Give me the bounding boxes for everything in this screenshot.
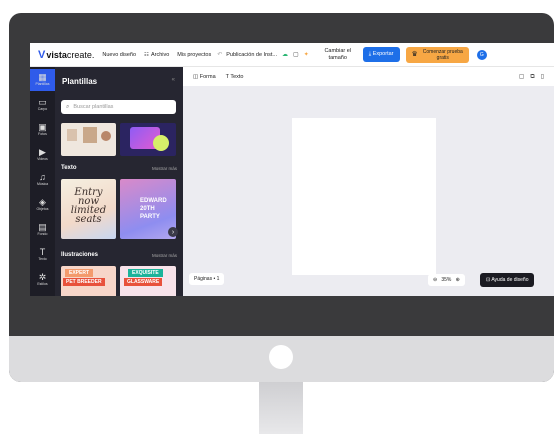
text-tool[interactable]: T Texto	[226, 74, 244, 80]
card-graphic	[153, 135, 169, 151]
text-icon: T	[39, 247, 46, 257]
rail-item-photos[interactable]: ▣ Fotos	[30, 122, 55, 137]
shape-tool[interactable]: ◫ Forma	[193, 74, 216, 80]
new-design-menu[interactable]: Nuevo diseño	[102, 52, 136, 58]
photo-icon: ▣	[38, 122, 47, 132]
design-help-button[interactable]: ⊡ Ayuda de diseño	[480, 273, 535, 287]
document-name[interactable]: Publicación de Inst...	[226, 52, 277, 58]
vistacreate-logo[interactable]: V vista create.	[38, 49, 94, 61]
my-projects-menu[interactable]: Mis proyectos	[177, 52, 211, 58]
card-graphic	[67, 129, 77, 141]
card-graphic	[83, 127, 97, 143]
template-card-entry[interactable]: Entry now limited seats	[61, 179, 116, 239]
rail-item-templates[interactable]: ▦ Plantillas	[30, 69, 55, 91]
zoom-in-icon[interactable]: ⊕	[456, 277, 460, 283]
folder-icon: ▭	[38, 97, 47, 107]
chevron-right-icon[interactable]: ›	[168, 227, 178, 237]
monitor-logo	[269, 345, 293, 369]
rail-item-folder[interactable]: ▭ Carpo	[30, 97, 55, 112]
template-card-pet-breeder[interactable]: EXPERT PET BREEDER	[61, 266, 116, 296]
rail-item-music[interactable]: ♫ Música	[30, 172, 55, 187]
resize-button[interactable]: Cambiar el tamaño	[319, 48, 357, 62]
shapes-icon: ◈	[39, 197, 46, 207]
menu-grid-icon: ☷	[144, 51, 149, 58]
rail-item-styles[interactable]: ✲ Estilos	[30, 272, 55, 287]
icon-rail: ▦ Plantillas ▭ Carpo ▣ Fotos ▶ Videos ♫ …	[30, 67, 55, 296]
lightbulb-icon[interactable]: ✦	[304, 51, 309, 58]
template-card[interactable]	[120, 123, 176, 156]
search-input[interactable]: ⌕ Buscar plantillas	[61, 100, 176, 114]
video-icon: ▶	[39, 147, 46, 157]
monitor-stand	[259, 382, 303, 434]
section-title-illustrations: Ilustraciones	[61, 252, 99, 258]
zoom-value: 35%	[441, 277, 452, 283]
rail-item-objects[interactable]: ◈ Objetos	[30, 197, 55, 212]
show-more-text-link[interactable]: Mostrar más	[152, 166, 177, 171]
comment-icon[interactable]: ▢	[293, 51, 299, 58]
workspace: ◫ Forma T Texto ▢⧉▯ Páginas • 1 ⊖ 35% ⊕ …	[183, 67, 554, 296]
zoom-control: ⊖ 35% ⊕	[428, 274, 465, 286]
comment-icon[interactable]: ▢	[519, 74, 531, 80]
design-page[interactable]	[292, 118, 436, 275]
music-icon: ♫	[39, 172, 46, 182]
workspace-toolbar: ◫ Forma T Texto ▢⧉▯	[183, 67, 554, 86]
styles-icon: ✲	[38, 272, 47, 282]
card-graphic	[101, 131, 111, 141]
start-trial-button[interactable]: ♛ Comenzar prueba gratis	[405, 46, 469, 63]
top-bar: V vista create. Nuevo diseño ☷ Archivo Mis…	[30, 43, 554, 67]
shape-icon: ◫	[193, 73, 200, 80]
template-card[interactable]	[61, 123, 116, 156]
background-icon: ▤	[38, 222, 47, 232]
duplicate-icon[interactable]: ⧉	[530, 74, 540, 80]
rail-item-text[interactable]: T Texto	[30, 247, 55, 262]
section-title-text: Texto	[61, 165, 77, 171]
delete-icon[interactable]: ▯	[541, 74, 550, 80]
file-menu[interactable]: ☷ Archivo	[144, 52, 169, 58]
crown-icon: ♛	[411, 50, 418, 58]
search-icon: ⌕	[66, 103, 70, 110]
export-button[interactable]: ⤓ Exportar	[362, 47, 400, 62]
canvas-actions: ▢⧉▯	[519, 73, 550, 81]
collapse-panel-icon[interactable]: «	[172, 77, 175, 83]
cloud-icon[interactable]: ☁	[282, 51, 288, 58]
avatar[interactable]: G	[476, 49, 487, 60]
rail-item-videos[interactable]: ▶ Videos	[30, 147, 55, 162]
templates-panel: Plantillas « ⌕ Buscar plantillas Texto M…	[55, 67, 183, 296]
undo-icon[interactable]: ↶	[217, 51, 222, 58]
grid-icon: ▦	[38, 72, 47, 82]
pages-button[interactable]: Páginas • 1	[189, 273, 225, 285]
screen: V vista create. Nuevo diseño ☷ Archivo Mis…	[30, 43, 554, 296]
template-card-glassware[interactable]: EXQUISITE GLASSWARE	[120, 266, 176, 296]
show-more-illustrations-link[interactable]: Mostrar más	[152, 253, 177, 258]
rail-item-background[interactable]: ▤ Fondo	[30, 222, 55, 237]
zoom-out-icon[interactable]: ⊖	[433, 277, 437, 283]
panel-title: Plantillas	[62, 77, 98, 86]
